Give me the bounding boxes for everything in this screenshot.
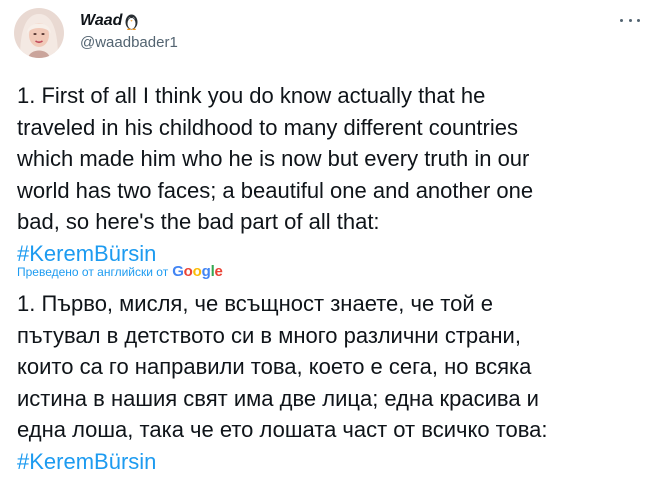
author-name-row[interactable]: Waad bbox=[80, 11, 139, 31]
translation-line: 1. Първо, мисля, че всъщност знаете, че … bbox=[17, 291, 493, 316]
tweet-line: 1. First of all I think you do know actu… bbox=[17, 83, 486, 108]
avatar[interactable] bbox=[14, 8, 64, 58]
author-handle[interactable]: @waadbader1 bbox=[80, 33, 178, 53]
more-dot bbox=[628, 18, 632, 22]
translation-line: истина в нашия свят има две лица; една к… bbox=[17, 385, 539, 411]
translation-attribution[interactable]: Преведено от английски от Google bbox=[17, 264, 223, 280]
tweet-line: traveled in his childhood to many differ… bbox=[17, 114, 518, 140]
translation-line: които са го направили това, което е сега… bbox=[17, 354, 532, 379]
more-icon[interactable] bbox=[620, 16, 640, 24]
avatar-image bbox=[14, 8, 64, 58]
more-dot bbox=[620, 18, 623, 22]
translated-text: 1. Първо, мисля, че всъщност знаете, че … bbox=[17, 288, 642, 477]
tweet-line: bad, so here's the bad part of all that: bbox=[17, 209, 380, 234]
tweet-card: Waad @waadbader1 1. First of all I think… bbox=[0, 0, 657, 479]
translation-line: една лоша, така че ето лошата част от вс… bbox=[17, 417, 548, 442]
hashtag-link[interactable]: #KeremBürsin bbox=[17, 241, 156, 266]
tweet-text: 1. First of all I think you do know actu… bbox=[17, 80, 642, 269]
translation-hashtag-link[interactable]: #KeremBürsin bbox=[17, 449, 156, 474]
tweet-line: which made him who he is now but every t… bbox=[17, 146, 530, 171]
display-name[interactable]: Waad bbox=[80, 11, 122, 31]
translation-label: Преведено от английски от bbox=[17, 265, 169, 279]
translation-line: пътувал в детството си в много различни … bbox=[17, 322, 521, 348]
penguin-emoji-icon bbox=[124, 13, 139, 30]
more-dot bbox=[637, 18, 640, 22]
tweet-line: world has two faces; a beautiful one and… bbox=[17, 177, 534, 203]
google-logo: Google bbox=[172, 263, 223, 280]
